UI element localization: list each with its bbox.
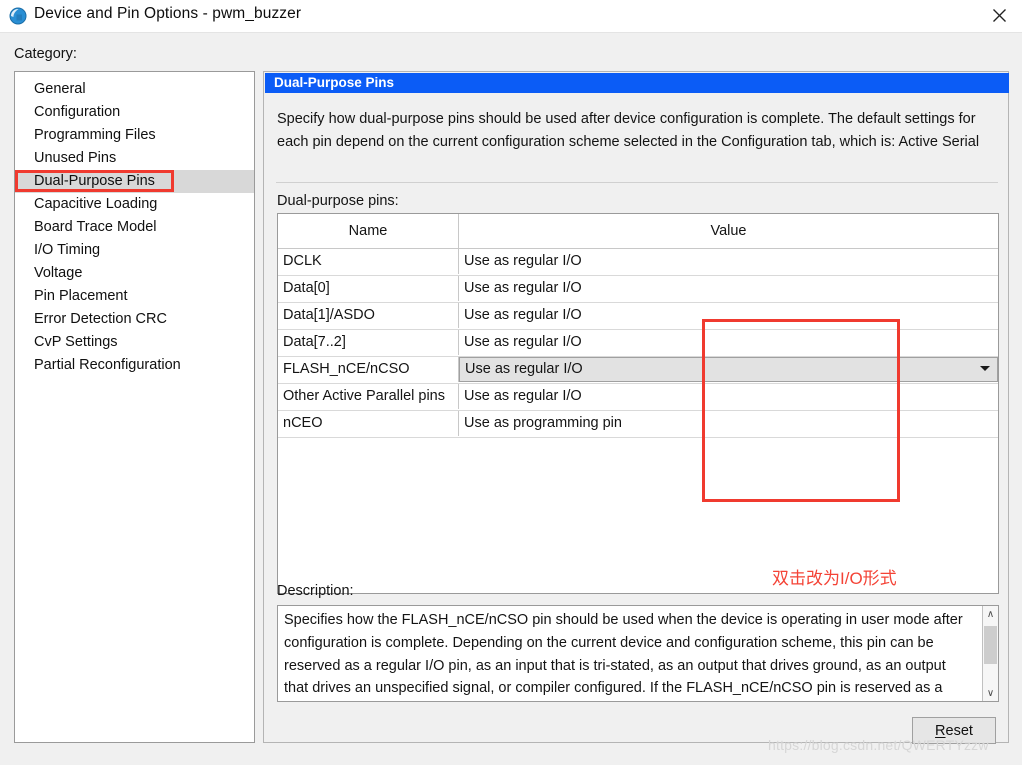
reset-button[interactable]: Reset	[912, 717, 996, 744]
cell-pin-name: Other Active Parallel pins	[278, 384, 459, 409]
sidebar-item-pin-placement[interactable]: Pin Placement	[15, 285, 254, 308]
cell-pin-name: Data[1]/ASDO	[278, 303, 459, 328]
table-header-row: Name Value	[278, 214, 998, 249]
dual-purpose-pins-label: Dual-purpose pins:	[277, 193, 399, 209]
description-text: Specifies how the FLASH_nCE/nCSO pin sho…	[284, 612, 963, 697]
sidebar-item-unused-pins[interactable]: Unused Pins	[15, 147, 254, 170]
dual-purpose-pins-table[interactable]: Name Value DCLK Use as regular I/O Data[…	[277, 213, 999, 594]
reset-button-label: Reset	[935, 723, 973, 739]
device-and-pin-options-dialog: Device and Pin Options - pwm_buzzer Cate…	[0, 0, 1022, 765]
cell-pin-value-combobox[interactable]: Use as regular I/O	[459, 357, 998, 382]
column-header-value[interactable]: Value	[459, 214, 998, 248]
cell-pin-value[interactable]: Use as regular I/O	[459, 330, 998, 355]
category-list[interactable]: General Configuration Programming Files …	[14, 71, 255, 743]
cell-pin-value[interactable]: Use as regular I/O	[459, 384, 998, 409]
sidebar-item-voltage[interactable]: Voltage	[15, 262, 254, 285]
table-row[interactable]: DCLK Use as regular I/O	[278, 249, 998, 276]
table-row-selected[interactable]: FLASH_nCE/nCSO Use as regular I/O	[278, 357, 998, 384]
cell-pin-value[interactable]: Use as regular I/O	[459, 249, 998, 274]
dual-purpose-pins-panel: Dual-Purpose Pins Specify how dual-purpo…	[263, 71, 1009, 744]
description-scrollbar[interactable]: ∧ ∨	[982, 606, 998, 701]
cell-pin-value[interactable]: Use as programming pin	[459, 411, 998, 436]
scroll-up-arrow-icon[interactable]: ∧	[983, 606, 998, 622]
reset-label-rest: eset	[945, 722, 973, 739]
sidebar-item-io-timing[interactable]: I/O Timing	[15, 239, 254, 262]
column-header-name[interactable]: Name	[278, 214, 459, 248]
window-title: Device and Pin Options - pwm_buzzer	[34, 5, 302, 22]
panel-intro-text: Specify how dual-purpose pins should be …	[277, 111, 980, 150]
sidebar-item-capacitive-loading[interactable]: Capacitive Loading	[15, 193, 254, 216]
close-button[interactable]	[976, 0, 1022, 31]
chevron-down-icon[interactable]	[980, 366, 990, 371]
cell-pin-name: nCEO	[278, 411, 459, 436]
cell-pin-value[interactable]: Use as regular I/O	[459, 276, 998, 301]
table-row[interactable]: Other Active Parallel pins Use as regula…	[278, 384, 998, 411]
sidebar-item-dual-purpose-pins[interactable]: Dual-Purpose Pins	[15, 170, 254, 193]
reset-accel-letter: R	[935, 722, 946, 739]
sidebar-item-partial-reconfiguration[interactable]: Partial Reconfiguration	[15, 354, 254, 377]
cell-pin-name: Data[0]	[278, 276, 459, 301]
cell-pin-name: Data[7..2]	[278, 330, 459, 355]
category-label: Category:	[14, 46, 77, 62]
sidebar-item-general[interactable]: General	[15, 78, 254, 101]
cell-pin-name: DCLK	[278, 249, 459, 274]
sidebar-item-programming-files[interactable]: Programming Files	[15, 124, 254, 147]
scroll-down-arrow-icon[interactable]: ∨	[983, 685, 998, 701]
sidebar-item-error-detection-crc[interactable]: Error Detection CRC	[15, 308, 254, 331]
table-row[interactable]: Data[0] Use as regular I/O	[278, 276, 998, 303]
annotation-note-text: 双击改为I/O形式	[772, 569, 897, 588]
description-label: Description:	[277, 583, 354, 599]
sidebar-item-board-trace-model[interactable]: Board Trace Model	[15, 216, 254, 239]
title-bar: Device and Pin Options - pwm_buzzer	[0, 0, 1022, 33]
table-row[interactable]: nCEO Use as programming pin	[278, 411, 998, 438]
sidebar-item-configuration[interactable]: Configuration	[15, 101, 254, 124]
sidebar-item-cvp-settings[interactable]: CvP Settings	[15, 331, 254, 354]
panel-divider	[276, 182, 998, 183]
cell-pin-name: FLASH_nCE/nCSO	[278, 357, 459, 382]
close-icon	[992, 9, 1006, 22]
description-box: Specifies how the FLASH_nCE/nCSO pin sho…	[277, 605, 999, 702]
table-row[interactable]: Data[7..2] Use as regular I/O	[278, 330, 998, 357]
table-row[interactable]: Data[1]/ASDO Use as regular I/O	[278, 303, 998, 330]
quartus-globe-icon	[9, 7, 27, 25]
panel-header-title: Dual-Purpose Pins	[265, 73, 1009, 93]
scrollbar-thumb[interactable]	[984, 626, 997, 664]
cell-pin-value[interactable]: Use as regular I/O	[459, 303, 998, 328]
